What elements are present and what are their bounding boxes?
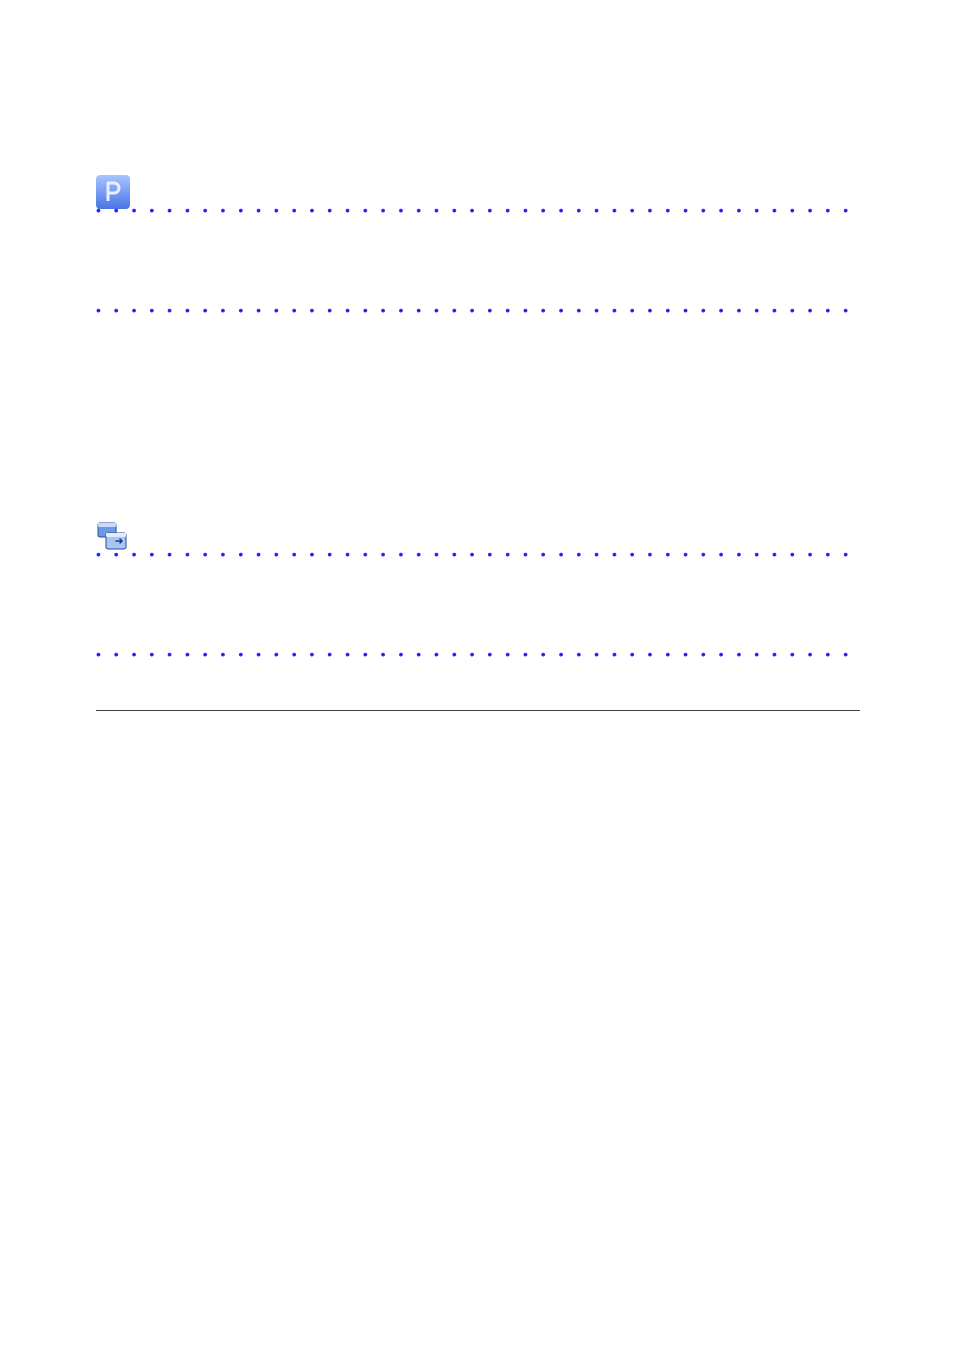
block-1-separator-1: • • • • • • • • • • • • • • • • • • • • … (96, 206, 860, 214)
horizontal-rule (96, 710, 860, 711)
block-2-separator-2: • • • • • • • • • • • • • • • • • • • • … (96, 650, 860, 658)
block-1-icon-row (96, 175, 860, 209)
page-root: • • • • • • • • • • • • • • • • • • • • … (0, 0, 954, 1350)
p-letter-icon (103, 181, 123, 203)
block-1-separator-2: • • • • • • • • • • • • • • • • • • • • … (96, 306, 860, 314)
folder-transfer-svg (96, 519, 130, 553)
folder-transfer-icon (96, 519, 130, 553)
p-app-icon (96, 175, 130, 209)
block-2-icon-row (96, 519, 860, 553)
block-2-separator-1: • • • • • • • • • • • • • • • • • • • • … (96, 550, 860, 558)
